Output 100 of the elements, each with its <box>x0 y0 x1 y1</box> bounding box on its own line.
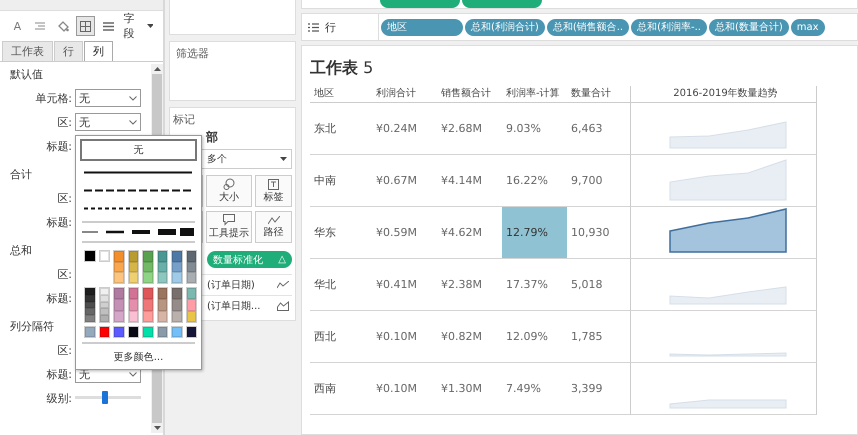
line-icon <box>277 281 289 289</box>
color-swatch[interactable] <box>158 327 167 337</box>
color-swatch[interactable] <box>143 288 152 300</box>
table-cell: ¥0.67M <box>372 155 437 207</box>
color-swatch[interactable] <box>158 288 167 300</box>
color-swatch[interactable] <box>143 310 152 322</box>
tab[interactable]: 工作表 <box>2 41 53 61</box>
color-swatch[interactable] <box>114 327 124 337</box>
color-swatch[interactable] <box>100 327 109 337</box>
color-swatch[interactable] <box>186 288 196 300</box>
color-swatch[interactable] <box>158 262 167 272</box>
dropdown[interactable]: 无 <box>75 89 141 107</box>
color-swatch[interactable] <box>100 308 109 316</box>
color-swatch[interactable] <box>172 288 182 300</box>
color-swatch[interactable] <box>158 251 167 262</box>
color-swatch[interactable] <box>186 299 196 311</box>
color-swatch[interactable] <box>85 315 94 322</box>
color-swatch[interactable] <box>100 251 109 261</box>
line-option[interactable]: 无 <box>80 139 197 161</box>
font-tool[interactable]: A <box>8 16 27 36</box>
color-swatch[interactable] <box>114 251 124 262</box>
field-label: 区: <box>56 342 73 358</box>
color-swatch[interactable] <box>158 310 167 322</box>
level-slider[interactable] <box>75 391 141 405</box>
size-button[interactable]: 大小 <box>206 175 252 207</box>
color-swatch[interactable] <box>114 288 124 300</box>
color-swatch[interactable] <box>186 251 196 262</box>
color-swatch[interactable] <box>186 327 196 337</box>
section-title: 列分隔符 <box>10 319 54 335</box>
table-cell: 西南 <box>310 363 372 415</box>
color-swatch[interactable] <box>172 299 182 311</box>
sheet-title: 工作表 5 <box>310 58 374 79</box>
table-cell: ¥2.68M <box>437 103 502 155</box>
table-cell: 9.03% <box>502 103 567 155</box>
color-swatch[interactable] <box>114 272 124 284</box>
section-title: 总和 <box>10 243 32 259</box>
chevron-icon <box>129 120 137 124</box>
color-swatch[interactable] <box>114 310 124 322</box>
card-title: 标记 <box>173 112 196 127</box>
field-label: 单元格: <box>34 90 73 106</box>
color-swatch[interactable] <box>85 327 94 337</box>
color-swatch[interactable] <box>128 299 138 311</box>
color-swatch[interactable] <box>186 262 196 272</box>
tooltip-button[interactable]: 工具提示 <box>206 211 252 243</box>
table-cell: 3,399 <box>567 363 630 415</box>
borders-tool[interactable] <box>76 16 95 36</box>
list-icon <box>308 22 319 32</box>
dropdown[interactable]: 无 <box>75 113 141 131</box>
chevron-icon <box>129 96 137 100</box>
line-style-sample[interactable] <box>84 170 192 174</box>
color-swatch[interactable] <box>186 272 196 284</box>
slider-thumb[interactable] <box>102 391 108 404</box>
color-swatch[interactable] <box>158 299 167 311</box>
field-label: 标题: <box>45 366 73 382</box>
color-swatch[interactable] <box>114 262 124 272</box>
color-swatch[interactable] <box>172 272 182 284</box>
color-swatch[interactable] <box>172 262 182 272</box>
color-swatch[interactable] <box>100 315 109 322</box>
line-width-options[interactable] <box>80 227 195 237</box>
color-swatch[interactable] <box>85 288 94 295</box>
field-label: 标题: <box>45 214 73 230</box>
table-cell: 东北 <box>310 103 372 155</box>
color-swatch[interactable] <box>186 310 196 322</box>
color-swatch[interactable] <box>143 251 152 262</box>
color-swatch[interactable] <box>128 251 138 262</box>
color-swatch[interactable] <box>143 327 152 337</box>
line-style-sample[interactable] <box>84 206 192 210</box>
section-title: 合计 <box>10 167 32 183</box>
caret-icon <box>146 24 153 28</box>
color-swatch[interactable] <box>128 262 138 272</box>
section-title: 默认值 <box>10 67 43 83</box>
label-button[interactable]: 标签 <box>255 175 292 207</box>
color-swatch[interactable] <box>100 288 109 295</box>
path-button[interactable]: 路径 <box>255 211 292 243</box>
color-swatch[interactable] <box>143 262 152 272</box>
color-swatch[interactable] <box>158 272 167 284</box>
table-cell: ¥0.59M <box>372 207 437 259</box>
color-swatch[interactable] <box>172 327 182 337</box>
line-style-sample[interactable] <box>84 188 192 192</box>
color-swatch[interactable] <box>143 272 152 284</box>
color-swatch[interactable] <box>172 310 182 322</box>
column-header: 利润率-计算 <box>502 86 567 103</box>
color-swatch[interactable] <box>114 299 124 311</box>
color-swatch[interactable] <box>143 299 152 311</box>
table-cell: 华北 <box>310 259 372 311</box>
color-swatch[interactable] <box>128 327 138 337</box>
color-swatch[interactable] <box>128 310 138 322</box>
table-cell: ¥0.41M <box>372 259 437 311</box>
color-swatch[interactable] <box>85 251 94 261</box>
fields-menu[interactable]: 字段 <box>121 9 155 43</box>
color-swatch[interactable] <box>128 272 138 284</box>
color-swatch[interactable] <box>128 288 138 300</box>
table-cell: ¥0.10M <box>372 363 437 415</box>
path-icon <box>268 216 280 224</box>
tab[interactable]: 列 <box>84 41 113 61</box>
tab[interactable]: 行 <box>54 41 83 61</box>
more-colors-link[interactable]: 更多颜色... <box>80 348 197 366</box>
color-swatch[interactable] <box>85 308 94 316</box>
color-swatch[interactable] <box>172 251 182 262</box>
column-header: 地区 <box>310 86 372 103</box>
